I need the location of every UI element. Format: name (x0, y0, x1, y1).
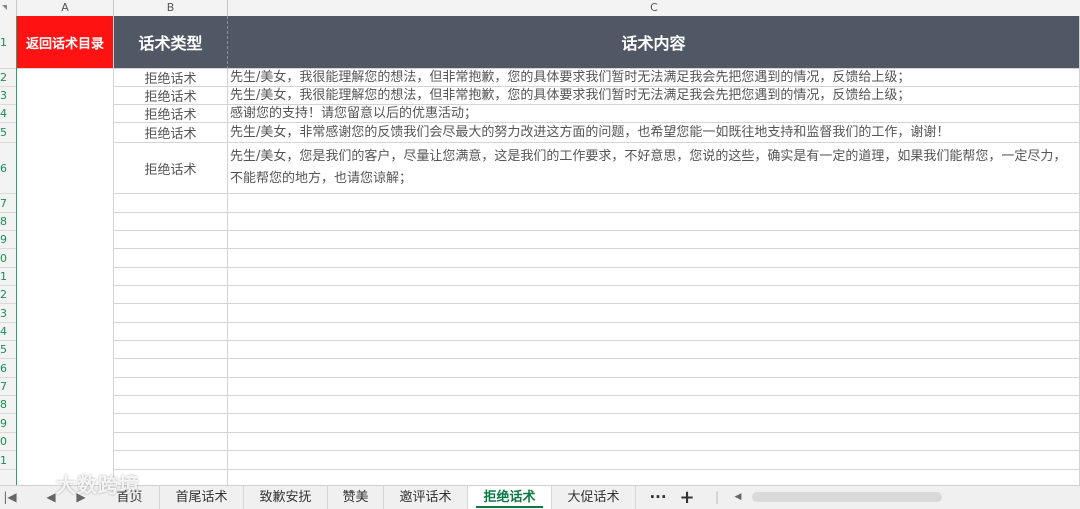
row-number[interactable]: 3 (0, 304, 16, 323)
tab-rejection[interactable]: 拒绝话术 (468, 486, 552, 509)
column-header-bar: A B C (0, 0, 1080, 17)
type-cell[interactable]: 拒绝话术 (114, 143, 228, 194)
tab-praise[interactable]: 赞美 (328, 486, 384, 509)
content-text: 先生/美女，我很能理解您的想法，但非常抱歉，您的具体要求我们暂时无法满足我会先把… (230, 69, 911, 85)
empty-cell[interactable] (114, 268, 228, 286)
row-number[interactable]: 2 (0, 69, 16, 87)
empty-cell[interactable] (228, 378, 1080, 396)
empty-cell[interactable] (228, 304, 1080, 323)
row-number[interactable]: 1 (0, 451, 16, 470)
row-number[interactable]: 5 (0, 341, 16, 359)
tab-promotion[interactable]: 大促话术 (552, 486, 636, 509)
type-cell[interactable]: 拒绝话术 (114, 123, 228, 143)
empty-cell[interactable] (114, 470, 228, 485)
row-header-bar: 1 2 3 4 5 6 7 8 9 0 1 2 3 4 5 6 7 8 9 0 … (0, 16, 17, 485)
horizontal-scrollbar[interactable] (752, 492, 942, 502)
column-a-blank-cell[interactable] (17, 69, 114, 485)
tab-apology[interactable]: 致歉安抚 (244, 486, 328, 509)
empty-cell[interactable] (228, 341, 1080, 359)
empty-cell[interactable] (228, 213, 1080, 231)
tab-divider: | (714, 490, 720, 504)
empty-cell[interactable] (114, 396, 228, 414)
empty-cell[interactable] (114, 341, 228, 359)
empty-cell[interactable] (114, 286, 228, 304)
column-header-b[interactable]: B (114, 0, 228, 16)
row-number[interactable]: 1 (0, 16, 16, 69)
tab-opening-closing[interactable]: 首尾话术 (160, 486, 244, 509)
row-number[interactable]: 7 (0, 378, 16, 396)
column-header-c[interactable]: C (228, 0, 1080, 16)
empty-cell[interactable] (114, 194, 228, 213)
tab-home[interactable]: 首页 (100, 486, 160, 509)
empty-cell[interactable] (114, 213, 228, 231)
row-number[interactable]: 9 (0, 231, 16, 249)
empty-cell[interactable] (228, 451, 1080, 470)
empty-cell[interactable] (228, 323, 1080, 341)
row-number[interactable]: 4 (0, 323, 16, 341)
column-header-a[interactable]: A (17, 0, 114, 16)
empty-cell[interactable] (114, 433, 228, 451)
empty-cell[interactable] (228, 194, 1080, 213)
row-number[interactable]: 5 (0, 123, 16, 143)
empty-cell[interactable] (114, 414, 228, 433)
content-text: 先生/美女，我很能理解您的想法，但非常抱歉，您的具体要求我们暂时无法满足我会先把… (230, 87, 911, 103)
empty-cell[interactable] (114, 359, 228, 378)
content-cell[interactable]: 先生/美女，我很能理解您的想法，但非常抱歉，您的具体要求我们暂时无法满足我会先把… (228, 87, 1080, 105)
row-number[interactable]: 2 (0, 286, 16, 304)
content-column-heading[interactable]: 话术内容 (228, 16, 1080, 69)
empty-cell[interactable] (228, 396, 1080, 414)
empty-cell[interactable] (228, 268, 1080, 286)
row-number[interactable]: 0 (0, 433, 16, 451)
content-cell[interactable]: 先生/美女，非常感谢您的反馈我们会尽最大的努力改进这方面的问题，也希望您能一如既… (228, 123, 1080, 143)
content-cell[interactable]: 先生/美女，您是我们的客户，尽量让您满意，这是我们的工作要求，不好意思，您说的这… (228, 143, 1080, 194)
more-tabs-icon[interactable]: ··· (644, 486, 672, 509)
row-number[interactable]: 0 (0, 249, 16, 268)
empty-cell[interactable] (228, 470, 1080, 485)
row-number[interactable]: 6 (0, 359, 16, 378)
row-number[interactable]: 9 (0, 414, 16, 433)
empty-cell[interactable] (228, 231, 1080, 249)
empty-cell[interactable] (228, 249, 1080, 268)
empty-cell[interactable] (228, 359, 1080, 378)
back-to-catalog-link[interactable]: 返回话术目录 (17, 16, 114, 69)
empty-cell[interactable] (114, 378, 228, 396)
first-sheet-icon[interactable]: |◀ (2, 486, 18, 509)
add-sheet-icon[interactable]: + (676, 486, 698, 509)
row-number[interactable]: 6 (0, 143, 16, 194)
row-number[interactable]: 8 (0, 396, 16, 414)
select-all-corner[interactable] (0, 0, 17, 16)
type-cell[interactable]: 拒绝话术 (114, 87, 228, 105)
row-number[interactable]: 7 (0, 194, 16, 213)
tab-review-invite[interactable]: 邀评话术 (384, 486, 468, 509)
row-number[interactable]: 3 (0, 87, 16, 105)
content-text: 感谢您的支持！请您留意以后的优惠活动； (230, 105, 478, 121)
sheet-tab-bar: |◀ ◀ ▶ 首页 首尾话术 致歉安抚 赞美 邀评话术 拒绝话术 大促话术 ··… (0, 485, 1080, 509)
empty-cell[interactable] (228, 414, 1080, 433)
content-text: 先生/美女，您是我们的客户，尽量让您满意，这是我们的工作要求，不好意思，您说的这… (230, 149, 1067, 186)
empty-cell[interactable] (114, 231, 228, 249)
empty-cell[interactable] (228, 286, 1080, 304)
empty-cell[interactable] (114, 249, 228, 268)
row-number[interactable]: 1 (0, 268, 16, 286)
type-cell[interactable]: 拒绝话术 (114, 69, 228, 87)
type-column-heading[interactable]: 话术类型 (114, 16, 228, 69)
content-text: 先生/美女，非常感谢您的反馈我们会尽最大的努力改进这方面的问题，也希望您能一如既… (230, 124, 950, 140)
type-cell[interactable]: 拒绝话术 (114, 105, 228, 123)
content-cell[interactable]: 感谢您的支持！请您留意以后的优惠活动； (228, 105, 1080, 123)
empty-cell[interactable] (228, 433, 1080, 451)
row-number[interactable]: 8 (0, 213, 16, 231)
sheet-grid: 返回话术目录 话术类型 话术内容 拒绝话术 先生/美女，我很能理解您的想法，但非… (17, 16, 1080, 485)
next-sheet-icon[interactable]: ▶ (72, 486, 90, 509)
content-cell[interactable]: 先生/美女，我很能理解您的想法，但非常抱歉，您的具体要求我们暂时无法满足我会先把… (228, 69, 1080, 87)
empty-cell[interactable] (114, 323, 228, 341)
empty-cell[interactable] (114, 451, 228, 470)
prev-sheet-icon[interactable]: ◀ (42, 486, 60, 509)
scroll-left-icon[interactable]: ◀ (732, 486, 744, 509)
empty-cell[interactable] (114, 304, 228, 323)
row-number[interactable]: 4 (0, 105, 16, 123)
